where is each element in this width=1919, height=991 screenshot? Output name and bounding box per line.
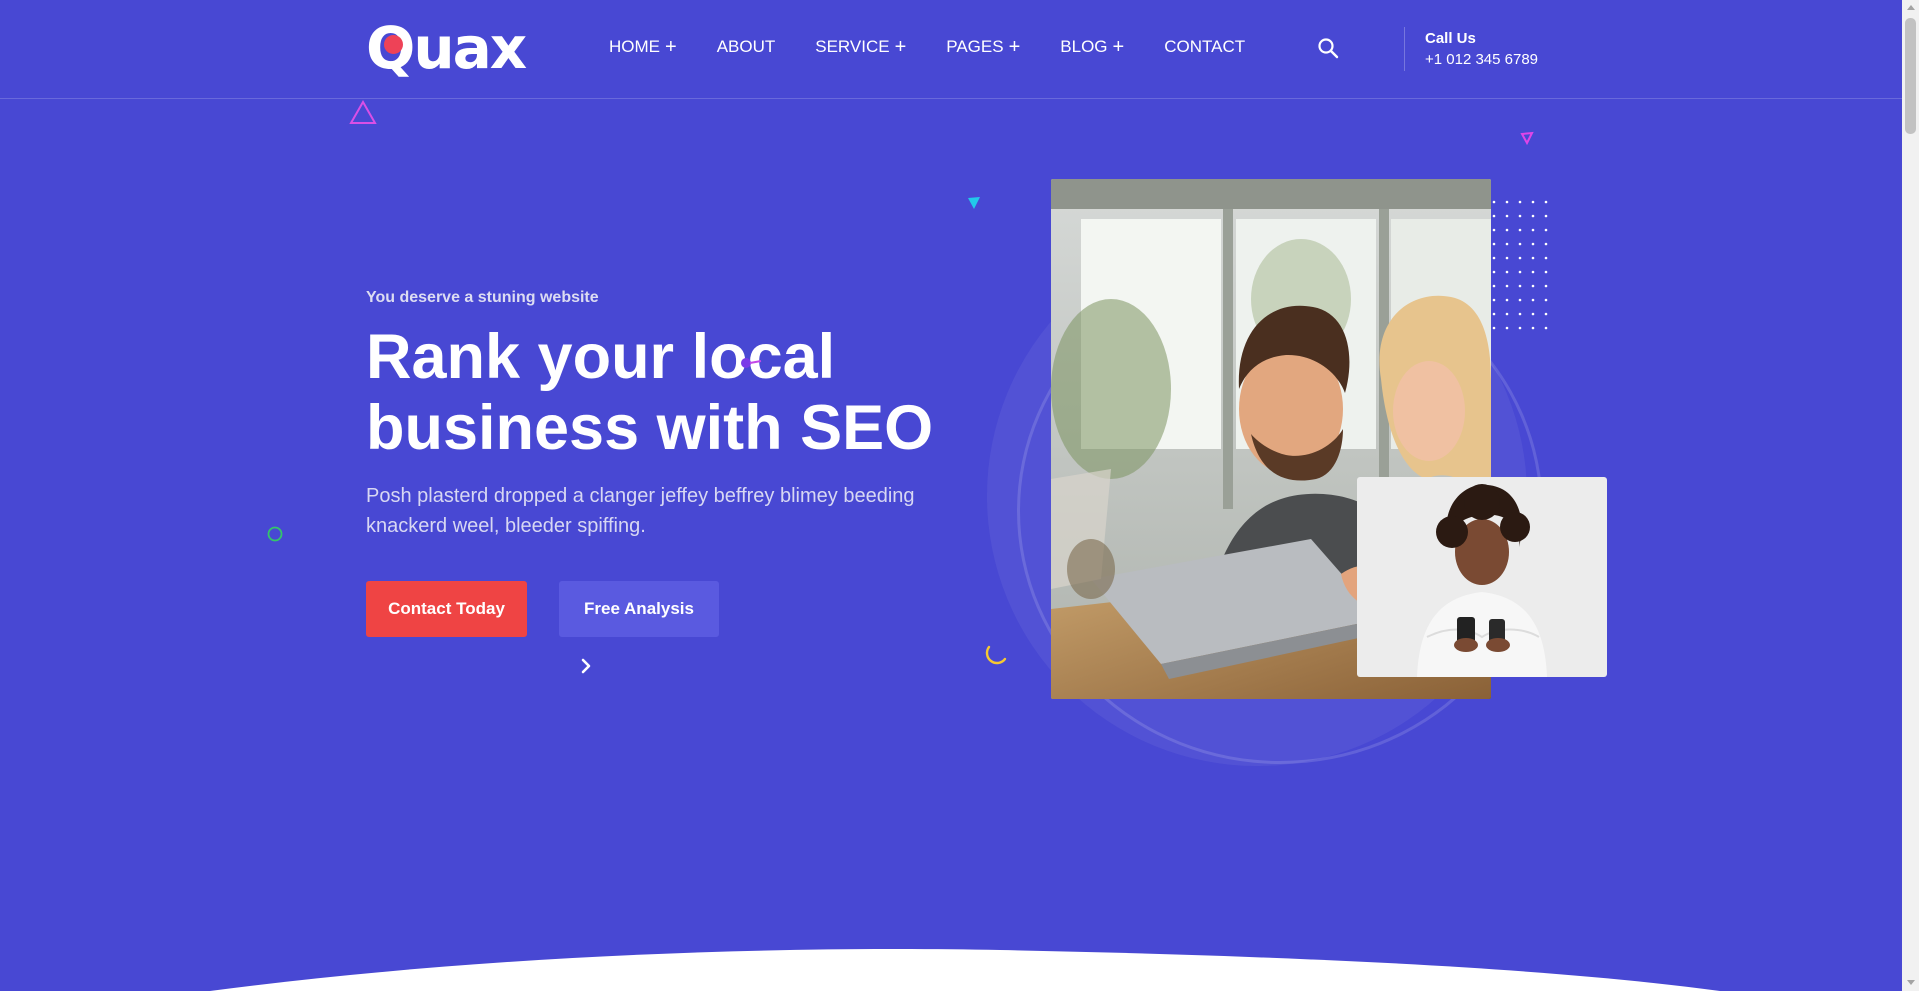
call-number[interactable]: +1 012 345 6789 <box>1425 51 1538 68</box>
main-nav: HOME + ABOUT SERVICE + PAGES + BLOG + CONTACT <box>609 37 1285 57</box>
dot-grid-pattern <box>1492 200 1548 330</box>
hero-title: Rank your local business with SEO <box>366 322 986 464</box>
pattern-dot <box>1531 326 1535 330</box>
nav-item-service[interactable]: SERVICE + <box>815 37 906 57</box>
pattern-dot <box>1492 298 1496 302</box>
scroll-up-arrow[interactable] <box>1907 5 1915 10</box>
pattern-dot <box>1518 298 1522 302</box>
pattern-dot <box>1544 242 1548 246</box>
pattern-dot <box>1505 256 1509 260</box>
pattern-dot <box>1544 312 1548 316</box>
site-header: Quax HOME+ABOUTSERVICE+PAGES+BLOG+CONTAC… <box>0 0 1902 99</box>
cyan-triangle-shape <box>968 197 980 209</box>
nav-item-blog[interactable]: BLOG + <box>1060 37 1124 57</box>
nav-item-label: BLOG <box>1060 37 1108 56</box>
pattern-dot <box>1518 242 1522 246</box>
pattern-dot <box>1544 326 1548 330</box>
pattern-dot <box>1518 326 1522 330</box>
nav-item-contact[interactable]: CONTACT <box>1164 37 1245 57</box>
pattern-dot <box>1531 228 1535 232</box>
hero-title-line2: business with SEO <box>366 393 934 463</box>
nav-item-label: SERVICE <box>815 37 890 56</box>
nav-item-label: PAGES <box>946 37 1004 56</box>
call-label: Call Us <box>1425 30 1476 47</box>
pattern-dot <box>1544 284 1548 288</box>
pattern-dot <box>1492 270 1496 274</box>
nav-item-label: HOME <box>609 37 660 56</box>
hero-photo-woman <box>1357 477 1607 677</box>
pattern-dot <box>1518 256 1522 260</box>
pattern-dot <box>1518 200 1522 204</box>
pattern-dot <box>1531 284 1535 288</box>
pattern-dot <box>1544 298 1548 302</box>
logo-dot <box>384 35 403 54</box>
pattern-dot <box>1492 242 1496 246</box>
contact-today-button[interactable]: Contact Today <box>366 581 527 637</box>
pattern-dot <box>1492 228 1496 232</box>
search-icon[interactable] <box>1317 37 1339 59</box>
pattern-dot <box>1544 200 1548 204</box>
pattern-dot <box>1518 284 1522 288</box>
pattern-dot <box>1492 256 1496 260</box>
plus-icon: + <box>894 35 907 58</box>
pattern-dot <box>1531 214 1535 218</box>
green-circle-shape <box>267 526 283 542</box>
cursor-sparkle-shape <box>741 358 762 368</box>
logo-text: uax <box>413 14 527 82</box>
pattern-dot <box>1505 270 1509 274</box>
pattern-dot <box>1531 200 1535 204</box>
triangle-outline-shape <box>349 100 377 124</box>
pattern-dot <box>1531 298 1535 302</box>
small-triangle-shape <box>1520 131 1534 145</box>
nav-item-about[interactable]: ABOUT <box>717 37 776 57</box>
pattern-dot <box>1531 270 1535 274</box>
pattern-dot <box>1544 228 1548 232</box>
header-divider <box>1404 27 1405 71</box>
scroll-down-arrow[interactable] <box>1907 980 1915 985</box>
logo[interactable]: Quax <box>366 14 527 82</box>
nav-item-label: CONTACT <box>1164 37 1246 56</box>
nav-item-home[interactable]: HOME + <box>609 37 677 57</box>
chevron-right-icon[interactable] <box>579 657 593 675</box>
yellow-arc-shape <box>985 645 1007 665</box>
pattern-dot <box>1544 214 1548 218</box>
pattern-dot <box>1505 284 1509 288</box>
pattern-dot <box>1518 270 1522 274</box>
plus-icon: + <box>1008 35 1021 58</box>
bottom-wave <box>210 949 1720 991</box>
hero-eyebrow: You deserve a stuning website <box>366 289 599 306</box>
logo-q: Q <box>366 14 415 82</box>
pattern-dot <box>1518 312 1522 316</box>
pattern-dot <box>1505 312 1509 316</box>
pattern-dot <box>1492 284 1496 288</box>
pattern-dot <box>1518 228 1522 232</box>
pattern-dot <box>1544 256 1548 260</box>
pattern-dot <box>1492 326 1496 330</box>
pattern-dot <box>1505 298 1509 302</box>
pattern-dot <box>1518 214 1522 218</box>
pattern-dot <box>1505 228 1509 232</box>
hero-description: Posh plasterd dropped a clanger jeffey b… <box>366 485 915 537</box>
plus-icon: + <box>665 35 677 58</box>
pattern-dot <box>1505 214 1509 218</box>
hero-title-line1: Rank your local <box>366 322 836 392</box>
pattern-dot <box>1531 256 1535 260</box>
pattern-dot <box>1531 242 1535 246</box>
pattern-dot <box>1531 312 1535 316</box>
plus-icon: + <box>1112 35 1125 58</box>
nav-item-pages[interactable]: PAGES + <box>946 37 1020 57</box>
free-analysis-button[interactable]: Free Analysis <box>559 581 719 637</box>
pattern-dot <box>1544 270 1548 274</box>
nav-item-label: ABOUT <box>716 37 776 56</box>
pattern-dot <box>1492 200 1496 204</box>
pattern-dot <box>1505 242 1509 246</box>
pattern-dot <box>1492 214 1496 218</box>
pattern-dot <box>1505 326 1509 330</box>
pattern-dot <box>1505 200 1509 204</box>
page-scrollbar[interactable] <box>1902 0 1919 991</box>
pattern-dot <box>1492 312 1496 316</box>
scrollbar-thumb[interactable] <box>1905 18 1916 134</box>
